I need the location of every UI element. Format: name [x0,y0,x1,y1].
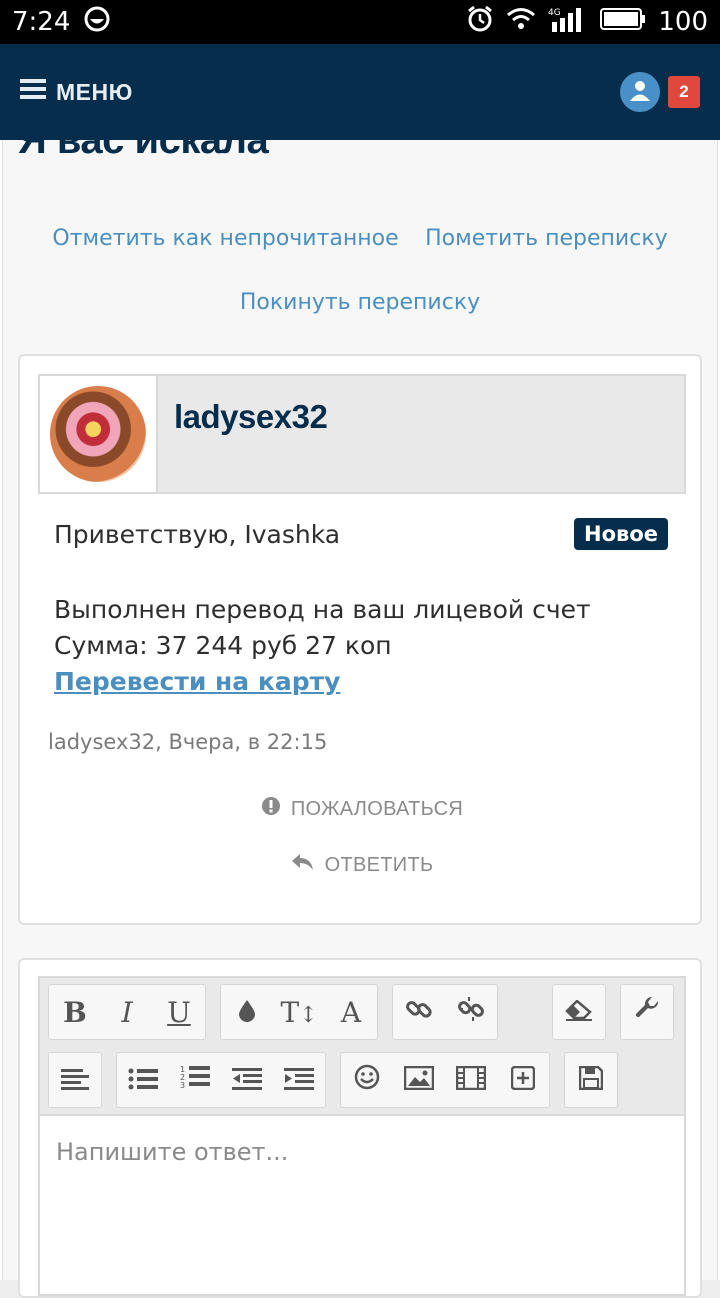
reply-button[interactable]: ОТВЕТИТЬ [20,852,704,878]
indent-icon [284,1064,314,1097]
film-icon [455,1064,487,1097]
outdent-button[interactable] [221,1053,273,1107]
font-style-group: T↕ A [220,984,378,1040]
bullet-list-button[interactable] [117,1053,169,1107]
font-family-button[interactable]: A [325,985,377,1039]
wifi-icon [506,6,536,39]
app-notification-icon [84,6,110,39]
message-greeting: Приветствую, Ivashka [54,520,341,549]
save-group [564,1052,618,1108]
tools-group [620,984,674,1040]
svg-text:3: 3 [180,1081,185,1090]
underline-button[interactable]: U [153,985,205,1039]
reply-icon [291,852,315,878]
unlink-button[interactable] [445,985,497,1039]
message-line-2: Сумма: 37 244 руб 27 коп [54,631,392,660]
alarm-icon [466,5,494,40]
link-group [392,984,498,1040]
plus-square-icon [510,1064,536,1097]
font-size-icon: T↕ [280,995,318,1029]
menu-button[interactable]: МЕНЮ [20,78,133,106]
report-label: ПОЖАЛОВАТЬСЯ [290,797,464,820]
user-avatar-button[interactable] [620,72,660,112]
save-draft-button[interactable] [565,1053,617,1107]
italic-icon: I [121,995,133,1029]
reply-editor: B I U T↕ A 1 2 3 Напишите ответ... [18,958,702,1298]
bullet-list-icon [128,1064,158,1097]
insert-group [340,1052,550,1108]
conversation-actions-row-2: Покинуть переписку [0,290,720,315]
menu-label: МЕНЮ [56,78,133,105]
link-icon [405,995,433,1030]
message-meta[interactable]: ladysex32, Вчера, в 22:15 [48,730,327,754]
eraser-icon [564,996,594,1029]
bold-icon: B [63,995,87,1029]
status-time: 7:24 [12,7,71,37]
numbered-list-button[interactable]: 123 [169,1053,221,1107]
floppy-disk-icon [578,1064,604,1097]
message-body: Выполнен перевод на ваш лицевой счет Сум… [54,592,591,700]
conversation-actions-row-1: Отметить как непрочитанное Пометить пере… [0,226,720,251]
message-card: ladysex32 Приветствую, Ivashka Новое Вып… [18,354,702,925]
align-left-button[interactable] [49,1053,101,1107]
author-avatar-frame[interactable] [40,376,158,492]
italic-button[interactable]: I [101,985,153,1039]
network-type: 4G [548,8,561,18]
author-avatar[interactable] [50,386,146,482]
battery-level: 100 [658,7,708,37]
unlink-icon [457,995,485,1030]
mark-unread-link[interactable]: Отметить как непрочитанное [52,226,398,251]
page-content: Я вас искала Отметить как непрочитанное … [0,118,720,1298]
new-badge: Новое [574,518,668,550]
tools-button[interactable] [621,985,673,1039]
remove-format-button[interactable] [553,985,605,1039]
insert-link-button[interactable] [393,985,445,1039]
numbered-list-icon: 123 [180,1064,210,1097]
notification-badge[interactable]: 2 [668,76,700,108]
reply-label: ОТВЕТИТЬ [324,853,434,876]
user-icon [628,78,652,107]
author-name[interactable]: ladysex32 [158,376,328,492]
insert-more-button[interactable] [497,1053,549,1107]
drop-icon [238,996,256,1029]
report-button[interactable]: ПОЖАЛОВАТЬСЯ [20,796,704,822]
insert-media-button[interactable] [445,1053,497,1107]
font-family-icon: A [340,995,362,1029]
editor-toolbar: B I U T↕ A 1 2 3 [40,978,684,1116]
leave-conversation-link[interactable]: Покинуть переписку [240,290,480,315]
exclamation-icon [261,796,281,822]
hamburger-icon [20,78,46,106]
status-bar: 7:24 4G 100 [0,0,720,44]
mark-conversation-link[interactable]: Пометить переписку [425,226,668,251]
align-left-icon [61,1064,89,1097]
underline-icon: U [167,995,191,1029]
bold-button[interactable]: B [49,985,101,1039]
text-color-button[interactable] [221,985,273,1039]
battery-icon [600,7,646,38]
clear-format-group [552,984,606,1040]
insert-image-button[interactable] [393,1053,445,1107]
image-icon [403,1064,435,1097]
reply-textarea[interactable]: Напишите ответ... [56,1138,288,1166]
page-title: Я вас искала [18,118,269,162]
message-line-1: Выполнен перевод на ваш лицевой счет [54,595,591,624]
wrench-icon [634,996,660,1029]
smilies-button[interactable] [341,1053,393,1107]
signal-icon: 4G [548,6,588,39]
font-size-button[interactable]: T↕ [273,985,325,1039]
outdent-icon [232,1064,262,1097]
text-format-group: B I U [48,984,206,1040]
editor-frame: B I U T↕ A 1 2 3 Напишите ответ... [38,976,686,1296]
smiley-icon [354,1064,380,1097]
indent-button[interactable] [273,1053,325,1107]
author-block: ladysex32 [38,374,686,494]
transfer-to-card-link[interactable]: Перевести на карту [54,664,591,700]
list-group: 123 [116,1052,326,1108]
align-group [48,1052,102,1108]
